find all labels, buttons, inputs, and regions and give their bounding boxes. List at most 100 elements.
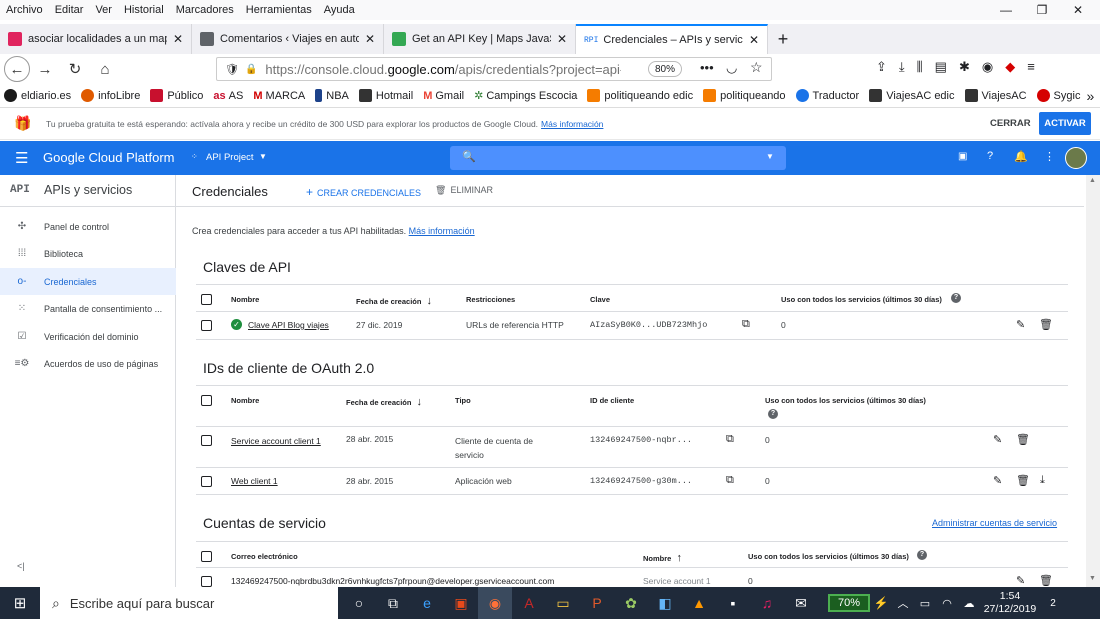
scroll-down-icon[interactable]: ▼ <box>1089 575 1096 582</box>
download-icon[interactable]: ⤓ <box>899 59 905 75</box>
gcp-brand[interactable]: Google Cloud Platform <box>43 150 175 165</box>
bookmark-as[interactable]: as AS <box>213 90 243 102</box>
collapse-sidebar-icon[interactable]: <| <box>17 561 25 571</box>
project-selector[interactable]: API Project <box>206 152 254 163</box>
search-chevron-down-icon[interactable]: ▼ <box>766 152 774 161</box>
col-fecha[interactable]: Fecha de creación ↓ <box>356 295 432 307</box>
bookmark-marca[interactable]: M MARCA <box>253 90 305 102</box>
zoom-badge[interactable]: 80% <box>648 61 682 77</box>
bookmark-traductor[interactable]: Traductor <box>795 89 859 102</box>
oauth-client-name[interactable]: Service account client 1 <box>231 434 331 448</box>
cloud-shell-icon[interactable]: ▣ <box>958 151 967 162</box>
col-fecha[interactable]: Fecha de creación ↓ <box>346 396 422 408</box>
sidebar-item-verificacion[interactable]: ☑ Verificación del dominio <box>0 323 176 350</box>
power-icon[interactable]: ⚡ <box>870 587 892 619</box>
close-tab-icon[interactable]: ✕ <box>557 32 567 46</box>
tab-asociar[interactable]: asociar localidades a un mapa d ✕ <box>0 24 192 54</box>
bookmark-publico[interactable]: Público <box>150 89 203 102</box>
bookmark-campings[interactable]: ✲ Campings Escocia <box>474 89 577 103</box>
trial-more-info-link[interactable]: Más información <box>541 119 603 129</box>
edit-icon[interactable]: ✎ <box>993 474 1002 487</box>
bookmark-eldiario[interactable]: eldiario.es <box>4 89 71 102</box>
delete-icon[interactable]: 🗑 <box>1039 318 1053 331</box>
edit-icon[interactable]: ✎ <box>993 433 1002 446</box>
scroll-up-icon[interactable]: ▲ <box>1089 177 1096 184</box>
task-view-icon[interactable]: ⧉ <box>376 587 410 619</box>
sidebar-item-panel[interactable]: ✣ Panel de control <box>0 213 176 240</box>
more-vert-icon[interactable]: ⋮ <box>1044 150 1055 163</box>
row-checkbox[interactable] <box>201 576 212 587</box>
wifi-icon[interactable]: ◠ <box>936 587 958 619</box>
delete-icon[interactable]: 🗑 <box>1039 574 1053 587</box>
forward-icon[interactable]: → <box>30 56 60 82</box>
hamburger-menu-icon[interactable]: ≡ <box>1027 59 1035 75</box>
manage-service-accounts-link[interactable]: Administrar cuentas de servicio <box>932 518 1057 528</box>
menu-archivo[interactable]: Archivo <box>0 4 49 16</box>
help-circle-icon[interactable]: ? <box>768 409 778 419</box>
service-account-email[interactable]: 132469247500-nqbrdbu3dkn2r6vnhkugfcts7pf… <box>231 576 554 586</box>
notifications-icon[interactable]: 🔔 <box>1014 150 1028 163</box>
windows-start-icon[interactable]: ⊞ <box>0 587 40 619</box>
col-nombre[interactable]: Nombre ↑ <box>643 552 682 564</box>
select-all-checkbox[interactable] <box>201 551 212 562</box>
create-credentials-button[interactable]: + CREAR CREDENCIALES <box>306 185 421 199</box>
bookmark-hotmail[interactable]: Hotmail <box>358 89 413 102</box>
bookmark-sygic[interactable]: Sygic <box>1036 89 1080 102</box>
new-tab-icon[interactable]: + <box>768 24 798 54</box>
menu-ayuda[interactable]: Ayuda <box>318 4 361 16</box>
bookmark-viajesac-edic[interactable]: ViajesAC edic <box>869 89 955 102</box>
row-checkbox[interactable] <box>201 320 212 331</box>
select-all-checkbox[interactable] <box>201 294 212 305</box>
bookmark-nba[interactable]: NBA <box>315 89 349 102</box>
url-bar[interactable]: 🛡 🔒 https://console.cloud.google.com/api… <box>216 57 772 81</box>
page-actions-icon[interactable]: ••• <box>700 60 714 75</box>
restore-icon[interactable]: ❐ <box>1024 0 1060 20</box>
menu-editar[interactable]: Editar <box>49 4 90 16</box>
back-icon[interactable]: ← <box>4 56 30 82</box>
delete-icon[interactable]: 🗑 <box>1016 474 1030 487</box>
help-circle-icon[interactable]: ? <box>917 550 927 560</box>
close-tab-icon[interactable]: ✕ <box>749 33 759 47</box>
copy-icon[interactable]: ⧉ <box>726 474 734 487</box>
itunes-icon[interactable]: ♫ <box>750 587 784 619</box>
sidebar-item-credenciales[interactable]: o- Credenciales <box>0 268 176 295</box>
paint-icon[interactable]: ✿ <box>614 587 648 619</box>
copy-icon[interactable]: ⧉ <box>742 318 750 331</box>
activate-button[interactable]: ACTIVAR <box>1039 112 1091 135</box>
page-scrollbar[interactable]: ▲ ▼ <box>1086 175 1100 587</box>
download-json-icon[interactable]: ⤓ <box>1040 474 1045 487</box>
bookmark-infolibre[interactable]: infoLibre <box>81 89 140 102</box>
avatar[interactable] <box>1065 147 1087 169</box>
chevron-up-icon[interactable]: ︿ <box>892 587 914 619</box>
tab-get-api-key[interactable]: Get an API Key | Maps JavaScr ✕ <box>384 24 576 54</box>
notification-center-icon[interactable]: 2 <box>1040 587 1066 619</box>
edit-icon[interactable]: ✎ <box>1016 318 1025 331</box>
battery-icon[interactable]: ▭ <box>914 587 936 619</box>
bookmark-star-icon[interactable]: ☆ <box>750 59 763 76</box>
download-page-icon[interactable]: ⇪ <box>876 59 887 75</box>
access-icon[interactable]: A <box>512 587 546 619</box>
row-checkbox[interactable] <box>201 476 212 487</box>
bookmark-gmail[interactable]: M Gmail <box>423 90 464 102</box>
delete-button[interactable]: 🗑 ELIMINAR <box>435 185 493 196</box>
edit-icon[interactable]: ✎ <box>1016 574 1025 587</box>
battery-indicator[interactable]: 70% <box>828 594 870 612</box>
row-checkbox[interactable] <box>201 435 212 446</box>
taskbar-search[interactable]: ⌕ Escribe aquí para buscar <box>40 587 338 619</box>
tab-comentarios[interactable]: Comentarios ‹ Viajes en autoca ✕ <box>192 24 384 54</box>
close-tab-icon[interactable]: ✕ <box>173 32 183 46</box>
office-icon[interactable]: ▣ <box>444 587 478 619</box>
clock[interactable]: 1:54 27/12/2019 <box>980 590 1040 616</box>
sidebar-item-acuerdos[interactable]: ≡⚙ Acuerdos de uso de páginas <box>0 350 176 377</box>
menu-ver[interactable]: Ver <box>89 4 118 16</box>
media-icon[interactable]: ▪ <box>716 587 750 619</box>
file-explorer-icon[interactable]: ▭ <box>546 587 580 619</box>
project-chevron-down-icon[interactable]: ▼ <box>259 152 267 161</box>
sidebar-icon[interactable]: ▤ <box>935 59 947 75</box>
search-input[interactable]: 🔍 ▼ <box>450 146 786 170</box>
bookmark-politiqueando[interactable]: politiqueando <box>703 89 786 102</box>
powerpoint-icon[interactable]: P <box>580 587 614 619</box>
menu-herramientas[interactable]: Herramientas <box>240 4 318 16</box>
extensions-icon[interactable]: ✱ <box>959 59 970 75</box>
vlc-icon[interactable]: ▲ <box>682 587 716 619</box>
